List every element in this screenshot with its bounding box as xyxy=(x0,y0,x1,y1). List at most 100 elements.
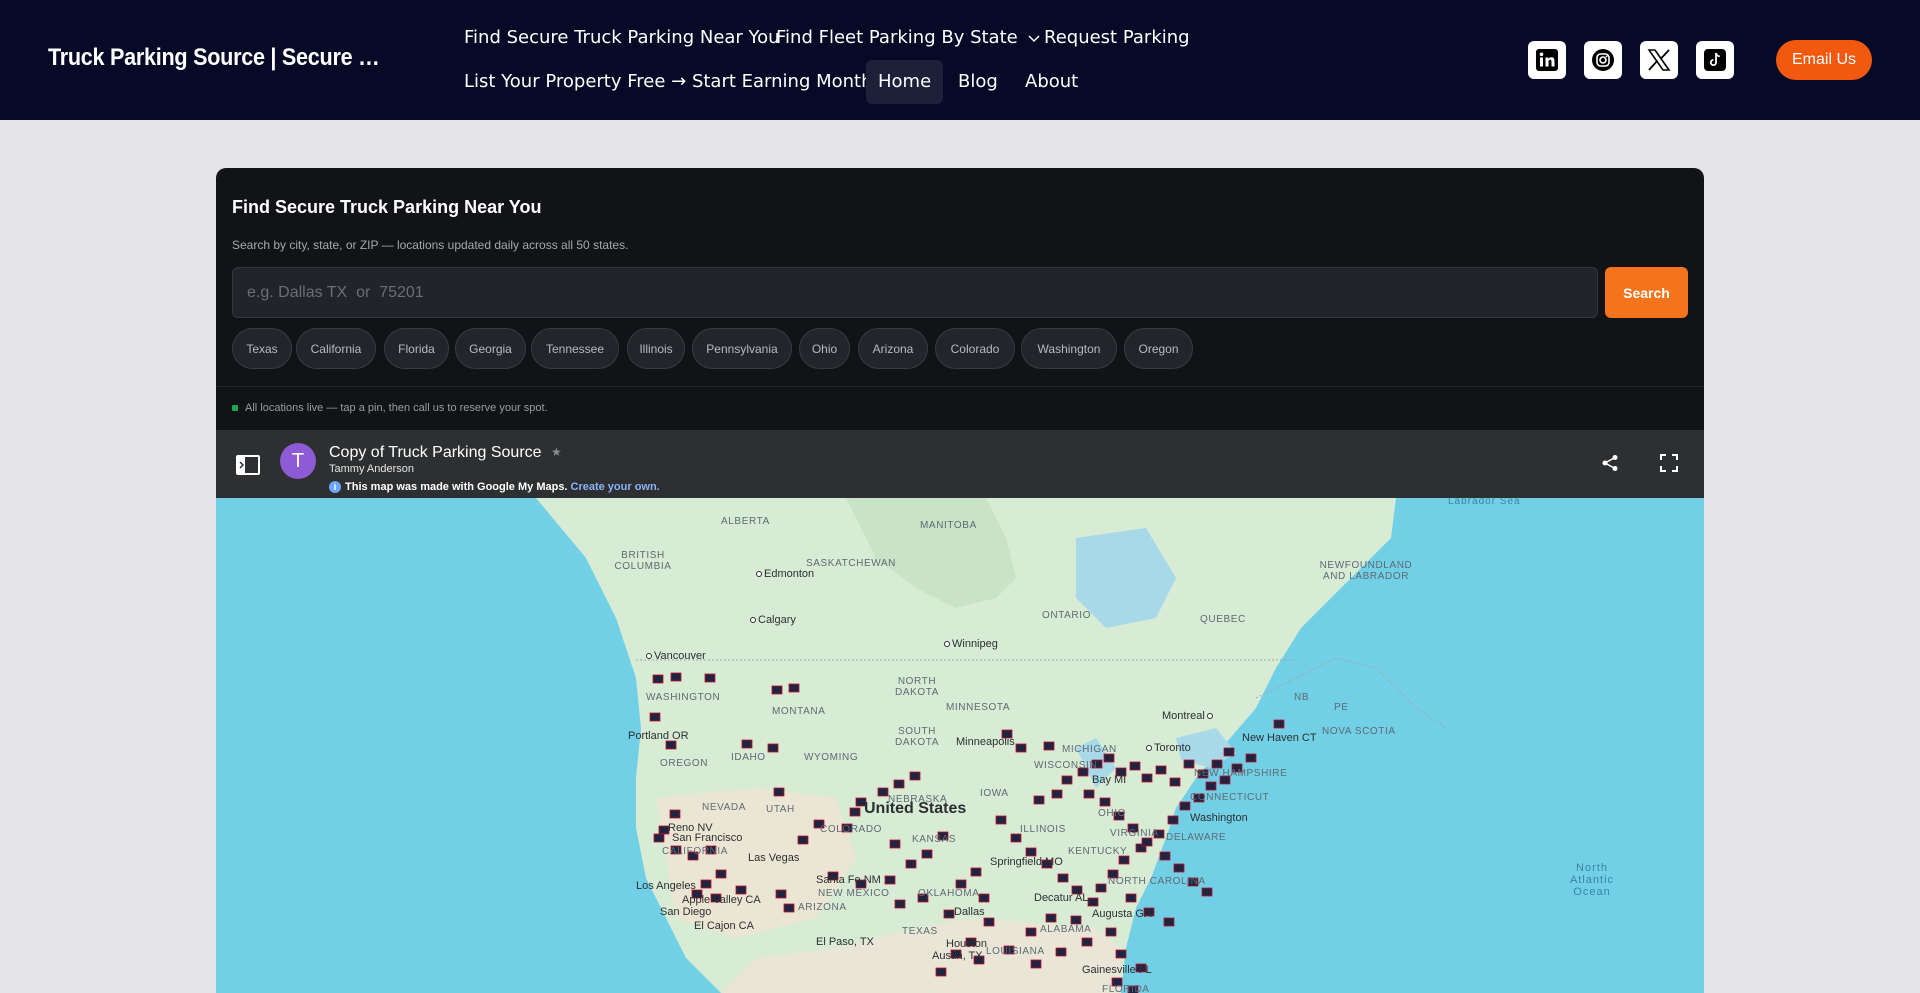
create-your-own-link[interactable]: Create your own. xyxy=(571,481,660,493)
city-marker[interactable]: Houston xyxy=(946,938,987,950)
region-label: SOUTH DAKOTA xyxy=(895,726,939,748)
search-button[interactable]: Search xyxy=(1605,267,1688,318)
region-label: NOVA SCOTIA xyxy=(1322,726,1396,737)
city-marker[interactable]: San Francisco xyxy=(672,832,742,844)
state-chip-colorado[interactable]: Colorado xyxy=(935,328,1015,369)
state-chip-arizona[interactable]: Arizona xyxy=(858,328,928,369)
state-chip-georgia[interactable]: Georgia xyxy=(455,328,526,369)
city-marker[interactable]: New Haven CT xyxy=(1242,732,1317,744)
city-name: Springfield MO xyxy=(990,856,1063,868)
x-icon[interactable] xyxy=(1640,41,1678,79)
nav-fleet-by-state[interactable]: Find Fleet Parking By State xyxy=(776,16,1040,60)
city-marker[interactable]: Santa Fe NM xyxy=(816,874,881,886)
city-marker[interactable]: Edmonton xyxy=(756,568,814,580)
state-chip-california[interactable]: California xyxy=(296,328,376,369)
finder-subtitle: Search by city, state, or ZIP — location… xyxy=(232,238,629,252)
city-marker[interactable]: Decatur AL xyxy=(1034,892,1088,904)
divider xyxy=(216,386,1704,387)
region-label: NB xyxy=(1294,692,1310,703)
city-name: Calgary xyxy=(758,614,796,626)
nav-home[interactable]: Home xyxy=(866,60,944,104)
city-marker[interactable]: Bay MI xyxy=(1092,774,1126,786)
share-icon[interactable] xyxy=(1601,454,1619,477)
state-chip-tennessee[interactable]: Tennessee xyxy=(531,328,619,369)
region-label: NEVADA xyxy=(702,802,746,813)
city-marker[interactable]: Washington xyxy=(1190,812,1248,824)
nav-fleet-by-state-label: Find Fleet Parking By State xyxy=(776,27,1018,48)
ocean-label: North Atlantic Ocean xyxy=(1569,862,1615,898)
region-label: UTAH xyxy=(766,804,795,815)
region-label: LOUISIANA xyxy=(986,946,1045,957)
city-marker[interactable]: Minneapolis xyxy=(956,736,1015,748)
city-name: Minneapolis xyxy=(956,736,1015,748)
city-marker[interactable]: Los Angeles xyxy=(636,880,696,892)
linkedin-icon[interactable] xyxy=(1528,41,1566,79)
city-name: Montreal xyxy=(1162,710,1205,722)
nav-list-property[interactable]: List Your Property Free → Start Earning … xyxy=(464,60,888,104)
city-name: Bay MI xyxy=(1092,774,1127,786)
google-map[interactable]: ALBERTA MANITOBA BRITISH COLUMBIA SASKAT… xyxy=(216,498,1704,993)
city-marker[interactable]: Augusta GA xyxy=(1092,908,1151,920)
city-marker[interactable]: El Paso, TX xyxy=(816,936,874,948)
city-marker[interactable]: Austin, TX xyxy=(932,950,983,962)
location-search-input[interactable] xyxy=(232,267,1598,318)
city-name: Apple Valley CA xyxy=(682,894,761,906)
city-marker[interactable]: Gainesville FL xyxy=(1082,964,1152,976)
nav-blog[interactable]: Blog xyxy=(958,60,998,104)
city-marker[interactable]: Dallas xyxy=(954,906,985,918)
region-label: ALABAMA xyxy=(1040,924,1092,935)
state-chip-pennsylvania[interactable]: Pennsylvania xyxy=(692,328,792,369)
region-label: FLORIDA xyxy=(1102,984,1150,993)
state-chip-texas[interactable]: Texas xyxy=(232,328,292,369)
city-name: Vancouver xyxy=(654,650,706,662)
star-icon[interactable]: ★ xyxy=(551,445,562,459)
email-us-button[interactable]: Email Us xyxy=(1776,40,1872,80)
city-marker[interactable]: El Cajon CA xyxy=(694,920,754,932)
map-legend-toggle-icon[interactable] xyxy=(236,455,260,480)
city-marker[interactable]: Apple Valley CA xyxy=(682,894,761,906)
site-title[interactable]: Truck Parking Source | Secure Truc... xyxy=(48,44,381,72)
city-name: Los Angeles xyxy=(636,880,696,892)
state-chip-illinois[interactable]: Illinois xyxy=(627,328,685,369)
nav-request-parking[interactable]: Request Parking xyxy=(1044,16,1190,60)
city-marker[interactable]: San Diego xyxy=(660,906,711,918)
city-name: Augusta GA xyxy=(1092,908,1152,920)
city-marker[interactable]: Calgary xyxy=(750,614,796,626)
map-header-bar: T Copy of Truck Parking Source ★ Tammy A… xyxy=(216,430,1704,498)
state-chip-ohio[interactable]: Ohio xyxy=(799,328,850,369)
city-name: Winnipeg xyxy=(952,638,998,650)
parking-finder-card: Find Secure Truck Parking Near You Searc… xyxy=(216,168,1704,993)
avatar[interactable]: T xyxy=(280,443,316,479)
ocean-label: Labrador Sea xyxy=(1448,498,1521,507)
city-name: El Paso, TX xyxy=(816,936,874,948)
tiktok-icon[interactable] xyxy=(1696,41,1734,79)
instagram-icon[interactable] xyxy=(1584,41,1622,79)
state-chip-oregon[interactable]: Oregon xyxy=(1124,328,1193,369)
city-marker[interactable]: Vancouver xyxy=(646,650,706,662)
region-label: ILLINOIS xyxy=(1020,824,1066,835)
city-name: Las Vegas xyxy=(748,852,800,864)
live-status: All locations live — tap a pin, then cal… xyxy=(232,402,548,414)
state-chip-washington[interactable]: Washington xyxy=(1021,328,1117,369)
city-marker[interactable]: Winnipeg xyxy=(944,638,998,650)
state-chip-florida[interactable]: Florida xyxy=(384,328,449,369)
region-label: ONTARIO xyxy=(1042,610,1092,621)
region-label: NORTH DAKOTA xyxy=(895,676,939,698)
region-label: MICHIGAN xyxy=(1062,744,1117,755)
region-label: SASKATCHEWAN xyxy=(806,558,896,569)
nav-find-parking[interactable]: Find Secure Truck Parking Near You xyxy=(464,16,780,60)
city-marker[interactable]: Portland OR xyxy=(628,730,689,742)
city-marker[interactable]: Montreal xyxy=(1162,710,1215,722)
region-label: PE xyxy=(1334,702,1349,713)
region-label: OHIO xyxy=(1098,808,1126,819)
city-name: Houston xyxy=(946,938,987,950)
fullscreen-icon[interactable] xyxy=(1660,454,1678,477)
city-marker[interactable]: Las Vegas xyxy=(748,852,799,864)
region-label: KENTUCKY xyxy=(1068,846,1128,857)
region-label: OKLAHOMA xyxy=(918,888,980,899)
city-marker[interactable]: Toronto xyxy=(1146,742,1191,754)
city-marker[interactable]: Springfield MO xyxy=(990,856,1063,868)
finder-title: Find Secure Truck Parking Near You xyxy=(232,197,542,217)
city-name: Gainesville FL xyxy=(1082,964,1152,976)
nav-about[interactable]: About xyxy=(1025,60,1078,104)
